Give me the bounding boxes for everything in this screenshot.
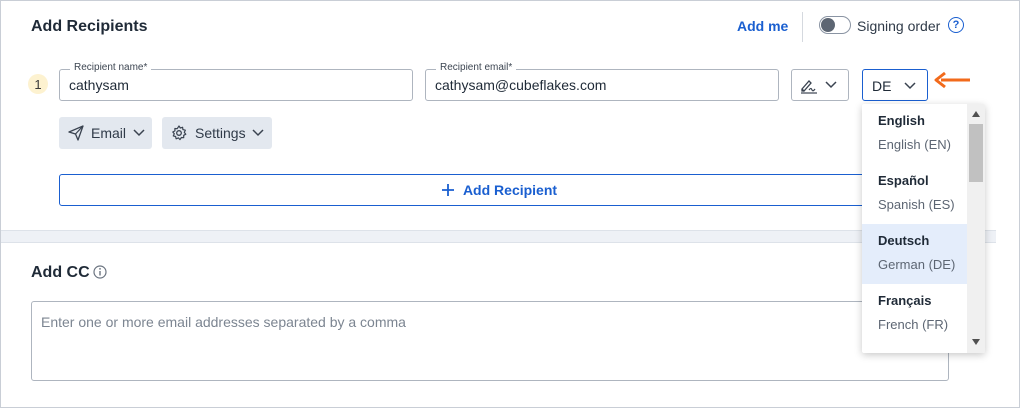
delivery-method-label: Email <box>91 125 127 141</box>
language-option-code: Spanish (ES) <box>878 197 955 212</box>
scrollbar-thumb[interactable] <box>969 124 983 182</box>
chevron-down-icon <box>904 82 916 90</box>
add-recipient-button[interactable]: Add Recipient <box>59 174 939 206</box>
language-option-francais[interactable]: Français French (FR) <box>862 284 967 344</box>
cc-title: Add CC <box>31 264 90 281</box>
toggle-knob <box>821 18 835 32</box>
scroll-up-icon[interactable] <box>972 111 980 117</box>
cc-email-input[interactable]: Enter one or more email addresses separa… <box>31 301 949 381</box>
send-icon <box>68 125 84 141</box>
recipient-email-field[interactable]: Recipient email* cathysam@cubeflakes.com <box>425 62 779 101</box>
add-recipient-label: Add Recipient <box>462 182 558 198</box>
cc-email-placeholder: Enter one or more email addresses separa… <box>41 314 406 330</box>
language-option-name: Español <box>878 173 929 188</box>
recipient-name-value: cathysam <box>69 77 129 93</box>
language-option-code: French (FR) <box>878 317 949 332</box>
chevron-down-icon <box>825 81 837 89</box>
language-option-english[interactable]: English English (EN) <box>862 104 967 164</box>
language-option-deutsch[interactable]: Deutsch German (DE) <box>862 224 967 284</box>
language-option-name: Deutsch <box>878 233 930 248</box>
signing-order-toggle[interactable] <box>819 16 851 34</box>
recipient-settings-label: Settings <box>195 125 246 141</box>
recipient-email-value: cathysam@cubeflakes.com <box>435 77 607 93</box>
signature-icon <box>801 80 817 94</box>
info-icon[interactable] <box>93 265 107 279</box>
delivery-method-button[interactable]: Email <box>59 117 152 149</box>
language-option-code: English (EN) <box>878 137 951 152</box>
recipient-settings-button[interactable]: Settings <box>162 117 272 149</box>
scroll-down-icon[interactable] <box>972 339 980 345</box>
language-option-espanol[interactable]: Español Spanish (ES) <box>862 164 967 224</box>
chevron-down-icon <box>133 129 145 137</box>
chevron-down-icon <box>252 129 264 137</box>
header-divider <box>802 12 803 42</box>
language-option-code: German (DE) <box>878 257 956 272</box>
language-option-name: Français <box>878 293 932 308</box>
add-me-link[interactable]: Add me <box>737 18 788 34</box>
help-icon[interactable]: ? <box>948 17 964 33</box>
plus-icon <box>441 184 454 196</box>
gear-icon <box>172 125 187 141</box>
recipients-title: Add Recipients <box>31 18 148 35</box>
recipient-name-label: Recipient name* <box>70 62 152 73</box>
recipient-email-label: Recipient email* <box>436 62 517 73</box>
language-select-value: DE <box>872 78 892 94</box>
language-dropdown: English English (EN) Español Spanish (ES… <box>862 104 985 353</box>
recipient-number-badge: 1 <box>28 74 48 94</box>
section-divider <box>1 230 996 243</box>
signing-order-label: Signing order <box>857 18 941 34</box>
annotation-arrow-icon <box>934 71 970 89</box>
language-option-name: English <box>878 113 925 128</box>
dropdown-scrollbar[interactable] <box>967 104 985 353</box>
language-select[interactable]: DE <box>862 69 928 101</box>
recipient-name-field[interactable]: Recipient name* cathysam <box>59 62 413 101</box>
recipient-role-select[interactable] <box>791 69 849 101</box>
